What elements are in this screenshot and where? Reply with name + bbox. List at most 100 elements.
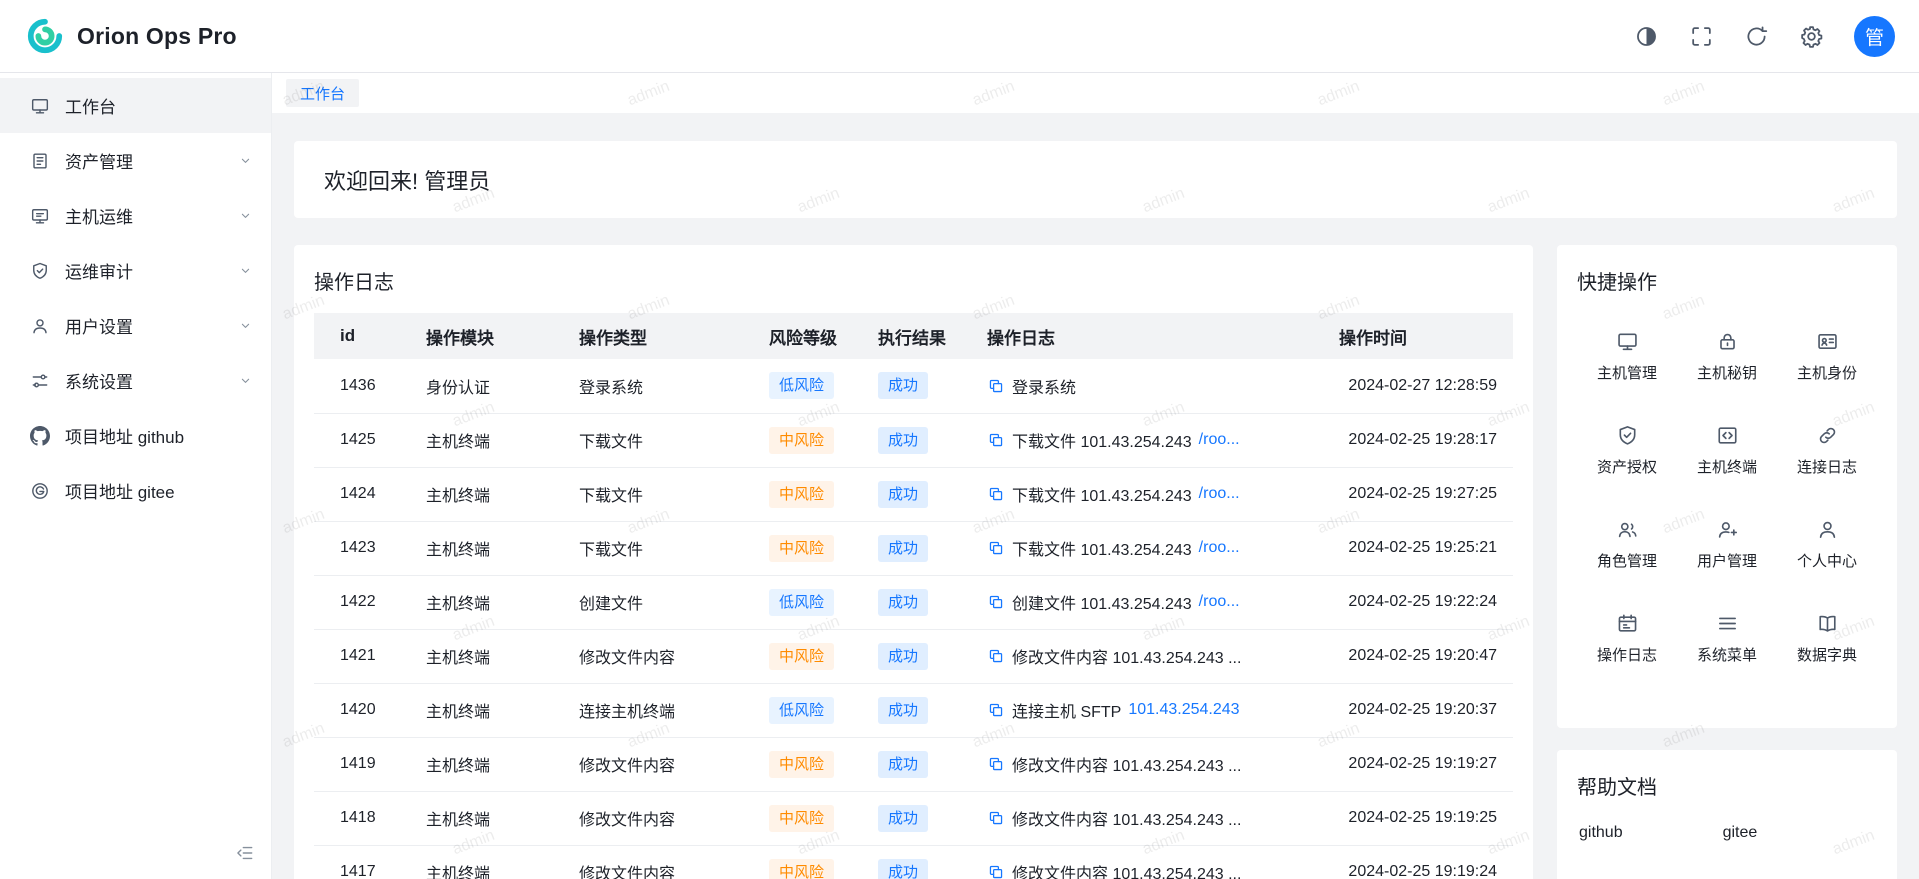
cell-time: 2024-02-25 19:19:25 bbox=[1323, 791, 1513, 845]
copy-icon[interactable] bbox=[987, 701, 1005, 719]
risk-badge: 中风险 bbox=[769, 805, 834, 832]
sidebar-item-gitee[interactable]: 项目地址 gitee bbox=[0, 463, 271, 518]
terminal-icon bbox=[1716, 424, 1739, 447]
cell-risk: 中风险 bbox=[753, 791, 862, 845]
sidebar-item-system-settings[interactable]: 系统设置 bbox=[0, 353, 271, 408]
cell-result: 成功 bbox=[862, 359, 971, 413]
operation-log-title: 操作日志 bbox=[314, 269, 1513, 297]
result-badge: 成功 bbox=[878, 535, 928, 562]
copy-icon[interactable] bbox=[987, 431, 1005, 449]
log-link[interactable]: /roo... bbox=[1199, 593, 1240, 611]
quick-action-host-terminal[interactable]: 主机终端 bbox=[1677, 403, 1777, 497]
quick-action-host-identity[interactable]: 主机身份 bbox=[1777, 309, 1877, 403]
logo-icon bbox=[26, 17, 64, 55]
sidebar-item-workbench[interactable]: 工作台 bbox=[0, 78, 271, 133]
log-text: 修改文件内容 101.43.254.243 ... bbox=[1012, 806, 1241, 830]
copy-icon[interactable] bbox=[987, 647, 1005, 665]
quick-action-host-mgmt[interactable]: 主机管理 bbox=[1577, 309, 1677, 403]
column-header: id bbox=[314, 313, 410, 359]
sidebar-item-user-settings[interactable]: 用户设置 bbox=[0, 298, 271, 353]
cell-time: 2024-02-25 19:22:24 bbox=[1323, 575, 1513, 629]
copy-icon[interactable] bbox=[987, 863, 1005, 879]
copy-icon[interactable] bbox=[987, 485, 1005, 503]
help-link-github[interactable]: github bbox=[1579, 824, 1623, 842]
cell-log: 登录系统 bbox=[971, 359, 1323, 413]
column-header: 操作类型 bbox=[563, 313, 753, 359]
copy-icon[interactable] bbox=[987, 809, 1005, 827]
right-column: 快捷操作 主机管理主机秘钥主机身份资产授权主机终端连接日志角色管理用户管理个人中… bbox=[1557, 245, 1897, 879]
cell-type: 修改文件内容 bbox=[563, 791, 753, 845]
cell-type: 下载文件 bbox=[563, 467, 753, 521]
quick-action-user-mgmt[interactable]: 用户管理 bbox=[1677, 497, 1777, 591]
quick-action-connect-logs[interactable]: 连接日志 bbox=[1777, 403, 1877, 497]
result-badge: 成功 bbox=[878, 805, 928, 832]
tab-workbench[interactable]: 工作台 bbox=[286, 79, 359, 107]
quick-action-label: 系统菜单 bbox=[1697, 644, 1757, 665]
shield-icon bbox=[1616, 424, 1639, 447]
sidebar-collapse-icon[interactable] bbox=[235, 843, 255, 863]
cell-id: 1418 bbox=[314, 791, 410, 845]
quick-action-profile[interactable]: 个人中心 bbox=[1777, 497, 1877, 591]
cell-risk: 中风险 bbox=[753, 737, 862, 791]
welcome-text: 欢迎回来! 管理员 bbox=[324, 164, 490, 196]
quick-action-data-dict[interactable]: 数据字典 bbox=[1777, 591, 1877, 685]
cell-log: 修改文件内容 101.43.254.243 ... bbox=[971, 791, 1323, 845]
header-actions: 管 bbox=[1634, 16, 1895, 57]
quick-action-asset-grant[interactable]: 资产授权 bbox=[1577, 403, 1677, 497]
main-content: 欢迎回来! 管理员 操作日志 id操作模块操作类型风险等级执行结果操作日志操作时… bbox=[272, 113, 1919, 879]
asset-icon bbox=[30, 151, 50, 171]
cell-risk: 中风险 bbox=[753, 413, 862, 467]
help-link-gitee[interactable]: gitee bbox=[1723, 824, 1758, 842]
log-link[interactable]: /roo... bbox=[1199, 431, 1240, 449]
tab-bar: 工作台 bbox=[272, 73, 1919, 113]
cell-id: 1422 bbox=[314, 575, 410, 629]
log-link[interactable]: /roo... bbox=[1199, 539, 1240, 557]
user-avatar[interactable]: 管 bbox=[1854, 16, 1895, 57]
sidebar-item-assets[interactable]: 资产管理 bbox=[0, 133, 271, 188]
cell-time: 2024-02-25 19:25:21 bbox=[1323, 521, 1513, 575]
copy-icon[interactable] bbox=[987, 539, 1005, 557]
sidebar-item-host-ops[interactable]: 主机运维 bbox=[0, 188, 271, 243]
chevron-down-icon bbox=[238, 263, 253, 278]
sidebar-item-ops-audit[interactable]: 运维审计 bbox=[0, 243, 271, 298]
sidebar-item-label: 运维审计 bbox=[65, 258, 223, 283]
log-link[interactable]: 101.43.254.243 bbox=[1128, 701, 1239, 719]
theme-toggle-icon[interactable] bbox=[1634, 24, 1659, 49]
quick-action-sys-menu[interactable]: 系统菜单 bbox=[1677, 591, 1777, 685]
quick-action-role-mgmt[interactable]: 角色管理 bbox=[1577, 497, 1677, 591]
chevron-down-icon bbox=[238, 153, 253, 168]
quick-action-label: 主机秘钥 bbox=[1697, 362, 1757, 383]
chevron-down-icon bbox=[238, 208, 253, 223]
cell-module: 主机终端 bbox=[410, 845, 563, 879]
risk-badge: 低风险 bbox=[769, 372, 834, 399]
quick-actions-card: 快捷操作 主机管理主机秘钥主机身份资产授权主机终端连接日志角色管理用户管理个人中… bbox=[1557, 245, 1897, 728]
copy-icon[interactable] bbox=[987, 755, 1005, 773]
user-add-icon bbox=[1716, 518, 1739, 541]
cell-module: 主机终端 bbox=[410, 791, 563, 845]
quick-action-label: 数据字典 bbox=[1797, 644, 1857, 665]
cell-type: 下载文件 bbox=[563, 413, 753, 467]
chevron-down-icon bbox=[238, 318, 253, 333]
risk-badge: 低风险 bbox=[769, 589, 834, 616]
cell-risk: 低风险 bbox=[753, 683, 862, 737]
cell-result: 成功 bbox=[862, 413, 971, 467]
fullscreen-icon[interactable] bbox=[1689, 24, 1714, 49]
quick-action-op-logs[interactable]: 操作日志 bbox=[1577, 591, 1677, 685]
cell-log: 创建文件 101.43.254.243 /roo... bbox=[971, 575, 1323, 629]
copy-icon[interactable] bbox=[987, 593, 1005, 611]
quick-action-host-keys[interactable]: 主机秘钥 bbox=[1677, 309, 1777, 403]
logo[interactable]: Orion Ops Pro bbox=[26, 17, 237, 55]
log-text: 下载文件 101.43.254.243 bbox=[1012, 536, 1192, 560]
refresh-icon[interactable] bbox=[1744, 24, 1769, 49]
app-root: Orion Ops Pro 管 工作台资产管理主机运维运维审计用户设置系统设置项… bbox=[0, 0, 1919, 879]
log-text: 修改文件内容 101.43.254.243 ... bbox=[1012, 644, 1241, 668]
copy-icon[interactable] bbox=[987, 377, 1005, 395]
log-link[interactable]: /roo... bbox=[1199, 485, 1240, 503]
app-title: Orion Ops Pro bbox=[77, 23, 237, 50]
log-text: 连接主机 SFTP bbox=[1012, 698, 1121, 722]
settings-gear-icon[interactable] bbox=[1799, 24, 1824, 49]
column-header: 执行结果 bbox=[862, 313, 971, 359]
cell-log: 修改文件内容 101.43.254.243 ... bbox=[971, 737, 1323, 791]
host-icon bbox=[30, 206, 50, 226]
sidebar-item-github[interactable]: 项目地址 github bbox=[0, 408, 271, 463]
